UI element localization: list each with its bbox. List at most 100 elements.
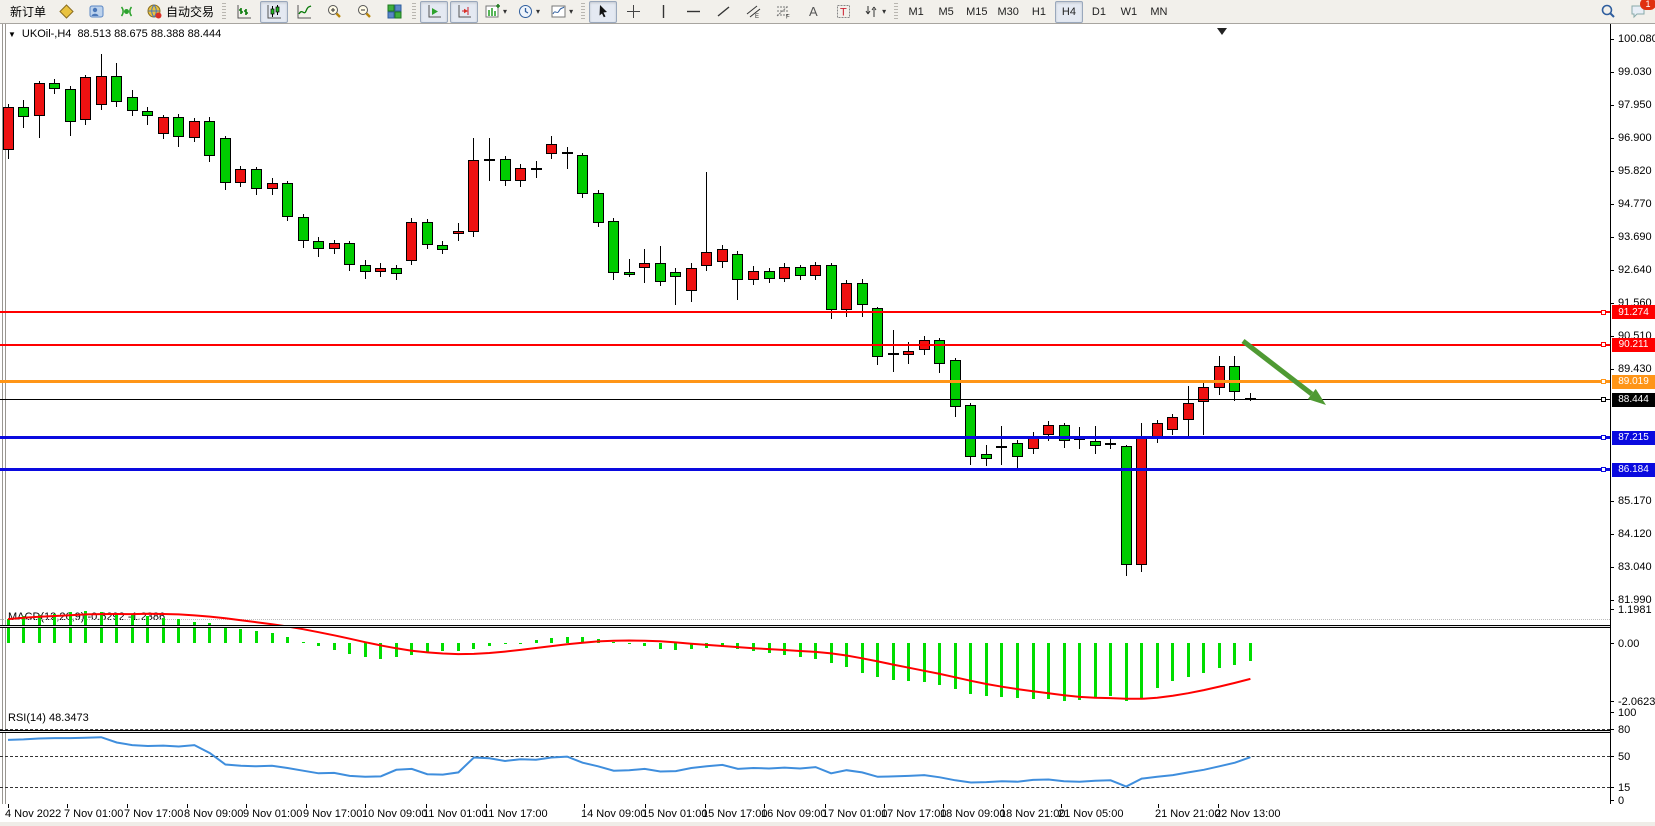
chart-bars-button[interactable] <box>230 1 258 23</box>
macd-histogram-bar <box>115 614 118 644</box>
market-watch-icon[interactable] <box>52 1 80 23</box>
timeframe-m5-button[interactable]: M5 <box>932 1 960 23</box>
macd-histogram-bar <box>1063 643 1066 701</box>
zoom-in-button[interactable] <box>320 1 348 23</box>
crosshair-icon <box>625 3 642 20</box>
linechart-icon <box>296 3 313 20</box>
arrows-button[interactable]: ▾ <box>859 1 890 23</box>
line-anchor[interactable] <box>1601 397 1606 402</box>
candle <box>857 283 868 305</box>
horizontal-line-86.184[interactable] <box>0 468 1610 471</box>
chat-button[interactable]: 1 <box>1624 1 1652 23</box>
toolbar-grip <box>894 3 898 21</box>
line-anchor[interactable] <box>1601 379 1606 384</box>
navigator-icon[interactable] <box>82 1 110 23</box>
line-anchor[interactable] <box>1601 467 1606 472</box>
macd-splitter[interactable] <box>0 625 1610 628</box>
line-anchor[interactable] <box>1601 435 1606 440</box>
price-tick-label: 97.950 <box>1618 99 1652 111</box>
line-anchor[interactable] <box>1601 310 1606 315</box>
auto-trading-button[interactable]: 自动交易 <box>142 1 218 23</box>
macd-tick-label: 0.00 <box>1618 638 1639 650</box>
timeframe-mn-button[interactable]: MN <box>1145 1 1173 23</box>
time-label: 18 Nov 21:00 <box>1000 808 1065 820</box>
price-tick-label: 83.040 <box>1618 561 1652 573</box>
candle <box>111 76 122 102</box>
time-label: 18 Nov 09:00 <box>940 808 1005 820</box>
horizontal-line-87.215[interactable] <box>0 436 1610 439</box>
toolbar-grip <box>581 3 585 21</box>
new-order-button[interactable]: 新订单 <box>3 1 50 23</box>
horizontal-line-88.444[interactable] <box>0 399 1610 400</box>
search-button[interactable] <box>1594 1 1622 23</box>
chart-window[interactable]: ▼ UKOil-,H4 88.513 88.675 88.388 88.444 … <box>0 24 1655 826</box>
channel-button[interactable]: E <box>739 1 767 23</box>
crosshair-button[interactable] <box>619 1 647 23</box>
candle <box>80 77 91 120</box>
timeframe-m15-button[interactable]: M15 <box>962 1 991 23</box>
hline-button[interactable] <box>679 1 707 23</box>
chart-shift-button[interactable] <box>450 1 478 23</box>
symbol-dropdown-icon[interactable]: ▼ <box>8 30 16 39</box>
time-label: 16 Nov 09:00 <box>761 808 826 820</box>
cursor-button[interactable] <box>589 1 617 23</box>
vline-button[interactable] <box>649 1 677 23</box>
macd-histogram-bar <box>938 643 941 685</box>
search-icon <box>1600 3 1617 20</box>
line-anchor[interactable] <box>1601 342 1606 347</box>
candle <box>453 231 464 234</box>
horizontal-line-89.019[interactable] <box>0 380 1610 383</box>
zoom-out-button[interactable] <box>350 1 378 23</box>
tile-windows-button[interactable] <box>380 1 408 23</box>
macd-histogram-bar <box>845 643 848 667</box>
timeframe-w1-button[interactable]: W1 <box>1115 1 1143 23</box>
zoomin-icon <box>326 3 343 20</box>
timeframe-d1-button[interactable]: D1 <box>1085 1 1113 23</box>
macd-histogram-bar <box>1047 643 1050 699</box>
rsi-splitter[interactable] <box>0 730 1610 733</box>
horizontal-line-91.274[interactable] <box>0 311 1610 313</box>
templates-button[interactable]: ▾ <box>546 1 577 23</box>
macd-histogram-bar <box>504 643 507 644</box>
periods-button-dropdown-icon[interactable]: ▾ <box>536 7 540 16</box>
macd-histogram-bar <box>721 643 724 647</box>
time-label: 15 Nov 17:00 <box>702 808 767 820</box>
candle-wick <box>567 147 568 169</box>
macd-histogram-bar <box>566 637 569 643</box>
macd-histogram-bar <box>799 643 802 657</box>
horizontal-line-90.211[interactable] <box>0 344 1610 346</box>
candle <box>639 263 650 268</box>
signals-icon[interactable] <box>112 1 140 23</box>
fibonacci-button[interactable]: F <box>769 1 797 23</box>
macd-histogram-bar <box>1125 643 1128 701</box>
macd-histogram-bar <box>1000 643 1003 697</box>
periods-button[interactable]: ▾ <box>513 1 544 23</box>
timeframe-m30-button[interactable]: M30 <box>994 1 1023 23</box>
templates-button-dropdown-icon[interactable]: ▾ <box>569 7 573 16</box>
rsi-level-15 <box>0 787 1610 788</box>
trendline-button[interactable] <box>709 1 737 23</box>
auto-scroll-button[interactable] <box>420 1 448 23</box>
timeframe-m1-button[interactable]: M1 <box>902 1 930 23</box>
candle <box>1043 425 1054 435</box>
timeframe-h4-button[interactable]: H4 <box>1055 1 1083 23</box>
macd-histogram-bar <box>1249 643 1252 661</box>
indicators-button-dropdown-icon[interactable]: ▾ <box>503 7 507 16</box>
chart-candles-button[interactable] <box>260 1 288 23</box>
candle <box>764 271 775 279</box>
macd-histogram-bar <box>705 643 708 648</box>
indicators-button[interactable]: ▾ <box>480 1 511 23</box>
macd-histogram-bar <box>752 643 755 651</box>
candle <box>142 111 153 116</box>
timeframe-h1-button[interactable]: H1 <box>1025 1 1053 23</box>
candle <box>173 117 184 137</box>
price-badge-91.274: 91.274 <box>1612 305 1655 319</box>
candle <box>96 76 107 106</box>
macd-histogram-bar <box>395 643 398 657</box>
rsi-tick-label: 50 <box>1618 751 1630 763</box>
arrows-button-dropdown-icon[interactable]: ▾ <box>882 7 886 16</box>
macd-histogram-bar <box>146 616 149 643</box>
text-label-button[interactable]: T <box>829 1 857 23</box>
chart-line-button[interactable] <box>290 1 318 23</box>
text-button[interactable]: A <box>799 1 827 23</box>
